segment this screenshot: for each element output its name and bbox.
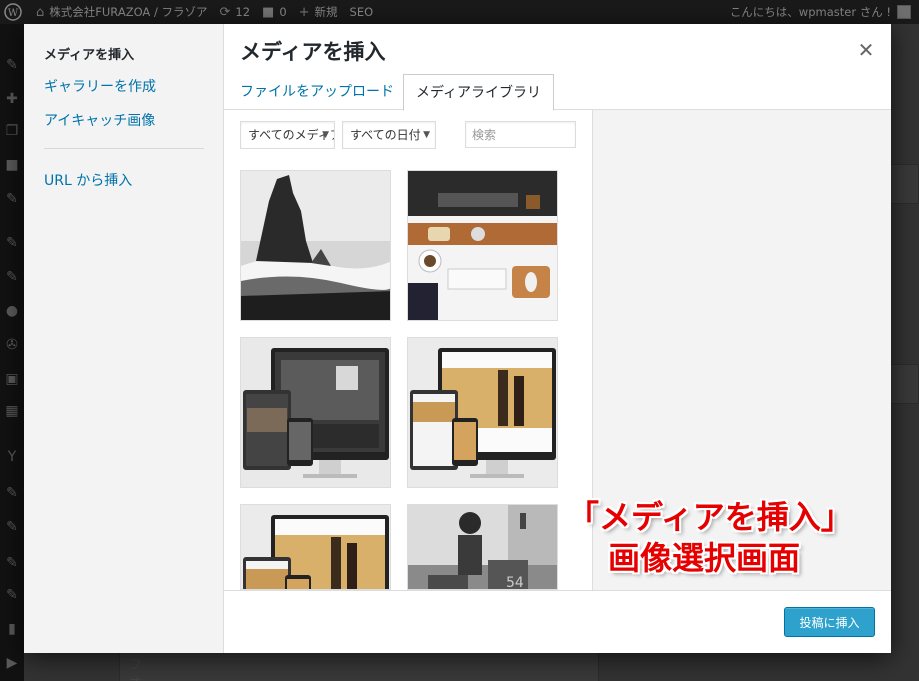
attachment-thumbnail[interactable] — [240, 170, 391, 321]
pages-icon: ❐ — [5, 123, 19, 139]
pin-icon: ✎ — [6, 555, 18, 571]
updates-link[interactable]: ⟳ 12 — [213, 0, 256, 24]
pin-icon: ✎ — [6, 519, 18, 535]
attachment-thumbnail[interactable]: 54 — [407, 504, 558, 590]
admin-bar: W ⌂ 株式会社FURAZOA / フラゾア ⟳ 12 ■ 0 + 新規 SEO… — [0, 0, 919, 24]
office-image: 54 — [408, 505, 557, 590]
play-icon: ▶ — [6, 655, 18, 671]
attachment-thumbnail[interactable] — [407, 170, 558, 321]
media-type-filter[interactable]: すべてのメディア ▼ — [240, 121, 335, 149]
media-menu: メディアを挿入 ギャラリーを作成 アイキャッチ画像 URL から挿入 — [24, 24, 224, 653]
updates-count: 12 — [235, 5, 251, 19]
users-icon: ● — [5, 303, 19, 319]
comments-menu-icon: ■ — [5, 157, 19, 173]
close-icon[interactable]: ✕ — [852, 36, 880, 64]
annotation-line-2: 画像選択画面 — [608, 539, 801, 577]
attachment-thumbnail[interactable] — [240, 337, 391, 488]
refresh-icon: ⟳ — [219, 4, 231, 20]
search-input[interactable] — [465, 121, 576, 148]
wordpress-icon: W — [4, 3, 22, 21]
bg-fragment: フ — [129, 658, 143, 673]
menu-item-insert-from-url[interactable]: URL から挿入 — [44, 170, 132, 190]
tools-icon: ✇ — [6, 337, 18, 353]
new-content-link[interactable]: + 新規 — [293, 0, 344, 24]
wordpress-logo[interactable]: W — [0, 0, 30, 24]
mockup-image — [241, 338, 390, 487]
settings-icon: ▣ — [5, 371, 19, 387]
menu-item-create-gallery[interactable]: ギャラリーを作成 — [44, 76, 156, 96]
greeting: こんにちは、wpmaster さん ! — [729, 5, 891, 19]
seashore-image — [241, 171, 390, 320]
lock-icon: ▮ — [8, 621, 16, 637]
desk-image — [408, 171, 557, 320]
site-name: 株式会社FURAZOA / フラゾア — [49, 5, 208, 19]
avatar — [897, 5, 911, 19]
pin-icon: ✎ — [6, 485, 18, 501]
tab-upload-files[interactable]: ファイルをアップロード — [228, 74, 406, 110]
bg-fragment: オ — [129, 672, 142, 681]
menu-item-insert-media[interactable]: メディアを挿入 — [44, 44, 134, 63]
table-icon: ▦ — [5, 403, 19, 419]
attachment-thumbnail[interactable] — [240, 504, 391, 590]
pin-icon: ✎ — [6, 587, 18, 603]
comments-link[interactable]: ■ 0 — [256, 0, 293, 24]
menu-separator — [44, 148, 204, 149]
media-icon: ✚ — [6, 91, 18, 107]
caret-down-icon: ▼ — [322, 130, 329, 140]
menu-item-featured-image[interactable]: アイキャッチ画像 — [44, 110, 155, 130]
svg-text:W: W — [8, 8, 19, 19]
modal-title: メディアを挿入 — [240, 40, 386, 64]
caret-down-icon: ▼ — [423, 130, 430, 140]
annotation-line-1: 「メディアを挿入」 — [567, 498, 853, 536]
svg-text:54: 54 — [506, 575, 524, 590]
pin-icon: ✎ — [6, 191, 18, 207]
date-value: すべての日付 — [350, 128, 421, 142]
mockup-wine-image — [408, 338, 557, 487]
insert-into-post-button[interactable]: 投稿に挿入 — [784, 607, 875, 637]
new-label: 新規 — [314, 5, 338, 19]
site-name-link[interactable]: ⌂ 株式会社FURAZOA / フラゾア — [30, 0, 213, 24]
plugins-icon: ✎ — [6, 269, 18, 285]
home-icon: ⌂ — [36, 4, 45, 20]
date-filter[interactable]: すべての日付 ▼ — [342, 121, 436, 149]
mockup-wine-image — [241, 505, 390, 589]
media-toolbar: 投稿に挿入 — [224, 590, 891, 653]
plus-icon: + — [298, 4, 310, 20]
media-router: ファイルをアップロード メディアライブラリ — [224, 74, 891, 111]
tab-media-library[interactable]: メディアライブラリ — [403, 74, 555, 111]
comments-count: 0 — [279, 5, 287, 19]
comment-icon: ■ — [262, 4, 275, 20]
seo-plugin-icon: Y — [7, 449, 17, 465]
seo-label: SEO — [349, 5, 374, 19]
pin-icon: ✎ — [6, 57, 18, 73]
admin-side-menu: ✎ ✚ ❐ ■ ✎ ✎ ✎ ● ✇ ▣ ▦ Y ✎ ✎ ✎ ✎ ▮ ▶ — [0, 24, 24, 681]
attachments-browser: すべてのメディア ▼ すべての日付 ▼ 検索 54 — [224, 110, 790, 590]
seo-link[interactable]: SEO — [344, 0, 380, 24]
attachment-thumbnail[interactable] — [407, 337, 558, 488]
appearance-icon: ✎ — [6, 235, 18, 251]
account-menu[interactable]: こんにちは、wpmaster さん ! — [730, 0, 919, 24]
